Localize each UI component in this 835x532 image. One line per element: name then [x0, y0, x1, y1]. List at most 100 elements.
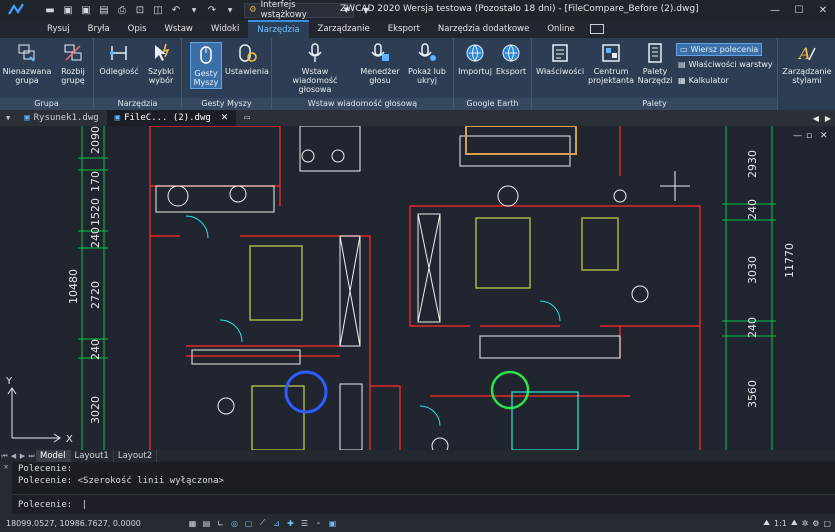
- first-layout-icon[interactable]: ⏮: [0, 452, 9, 461]
- undo-dropdown-icon[interactable]: ▼: [186, 2, 202, 18]
- save-as-icon[interactable]: ▣: [78, 2, 94, 18]
- close-icon[interactable]: ✕: [811, 0, 835, 20]
- command-close-icon[interactable]: ✕: [0, 462, 12, 471]
- scroll-left-icon[interactable]: ◀: [813, 114, 819, 123]
- mouse-settings-icon: [239, 44, 257, 62]
- doc-tab-filecompare[interactable]: ▣ FileC... (2).dwg ✕: [106, 110, 237, 126]
- snap-icon[interactable]: ▤: [201, 518, 212, 529]
- quick-properties-icon[interactable]: ▣: [327, 518, 338, 529]
- workspace-label: Interfejs wstążkowy: [260, 0, 307, 20]
- redo-dropdown-icon[interactable]: ▼: [222, 2, 238, 18]
- saveall-icon[interactable]: ▤: [96, 2, 112, 18]
- app-logo-icon[interactable]: [4, 0, 28, 20]
- insert-voice-label-1: Wstaw: [301, 67, 329, 76]
- selection-cycle-icon[interactable]: ⁃: [313, 518, 324, 529]
- status-bar: 18099.0527, 10986.7627, 0.0000 ▦ ▤ ∟ ◎ ▢…: [0, 514, 835, 532]
- properties-button[interactable]: Właściwości: [536, 42, 584, 76]
- document-tabs: ▼ ▣ Rysunek1.dwg ▣ FileC... (2).dwg ✕ ▭ …: [0, 110, 835, 126]
- annotation-scale-icon[interactable]: ⛰: [763, 518, 770, 528]
- save-icon[interactable]: ▣: [60, 2, 76, 18]
- ribbon-minimize-icon[interactable]: [589, 24, 604, 34]
- scroll-right-icon[interactable]: ▶: [825, 114, 831, 123]
- layout-tab-layout2[interactable]: Layout2: [114, 450, 158, 462]
- dim-2720: 2720: [89, 281, 102, 309]
- prev-layout-icon[interactable]: ◀: [9, 452, 18, 460]
- dim-3030: 3030: [746, 256, 759, 284]
- dyninput-icon[interactable]: ✚: [285, 518, 296, 529]
- explode-group-button[interactable]: Rozbij grupę: [56, 42, 90, 85]
- tab-zarzadzanie[interactable]: Zarządzanie: [309, 20, 379, 38]
- minimize-icon[interactable]: —: [763, 0, 787, 20]
- group-gesty-label: Gesty Myszy: [182, 98, 271, 110]
- tab-widoki[interactable]: Widoki: [202, 20, 248, 38]
- design-center-button[interactable]: Centrum projektanta: [586, 42, 636, 85]
- layer-properties-button[interactable]: ▤ Właściwości warstwy: [678, 60, 773, 69]
- calculator-button[interactable]: ▦ Kalkulator: [678, 76, 729, 85]
- viewport-minimize-icon[interactable]: —: [793, 131, 802, 141]
- polar-icon[interactable]: ◎: [229, 518, 240, 529]
- annotation-scale[interactable]: 1:1: [774, 519, 787, 528]
- last-layout-icon[interactable]: ⏭: [27, 452, 36, 461]
- otrack-icon[interactable]: ⟋: [257, 518, 268, 529]
- quick-select-icon: [155, 43, 170, 61]
- quick-select-button[interactable]: Szybki wybór: [142, 42, 180, 85]
- voice-manager-button[interactable]: Menedżer głosu: [358, 42, 402, 85]
- tab-rysuj[interactable]: Rysuj: [38, 20, 79, 38]
- insert-voice-button[interactable]: Wstaw wiadomość głosowa: [276, 42, 354, 94]
- tab-narzedzia-dodatkowe[interactable]: Narzędzia dodatkowe: [429, 20, 538, 38]
- layout-tab-model[interactable]: Model: [36, 450, 71, 462]
- close-tab-icon[interactable]: ✕: [221, 113, 229, 123]
- tab-narzedzia[interactable]: Narzędzia: [248, 20, 309, 38]
- dynucs-icon[interactable]: ⊿: [271, 518, 282, 529]
- annotation-visibility-icon[interactable]: ⛰: [791, 518, 798, 528]
- new-tab-icon[interactable]: ▭: [236, 110, 257, 126]
- tab-bryla[interactable]: Bryła: [79, 20, 119, 38]
- plot-icon[interactable]: ⊡: [132, 2, 148, 18]
- tab-eksport[interactable]: Eksport: [379, 20, 429, 38]
- show-hide-label-2: ukryj: [417, 76, 437, 85]
- tab-wstaw[interactable]: Wstaw: [156, 20, 202, 38]
- workspace-switch-icon[interactable]: ✲: [802, 519, 809, 528]
- command-input[interactable]: Polecenie: |: [12, 494, 835, 514]
- drawing-canvas[interactable]: 2090 170 1520 240 2720 240 3020 10480 29…: [0, 126, 835, 450]
- viewport-restore-icon[interactable]: ▫: [806, 131, 812, 141]
- tab-opis[interactable]: Opis: [119, 20, 156, 38]
- workspace-select[interactable]: ⚙ Interfejs wstążkowy ▼: [244, 0, 354, 20]
- text-cursor: |: [81, 500, 88, 510]
- gesture-settings-label: Ustawienia: [225, 67, 269, 76]
- unnamed-group-button[interactable]: Nienazwana grupa: [3, 42, 51, 85]
- settings-icon[interactable]: ⚙: [812, 519, 819, 528]
- calculator-icon: ▦: [678, 76, 686, 85]
- print-icon[interactable]: ⎙: [114, 2, 130, 18]
- style-manager-button[interactable]: A Zarządzanie stylami: [780, 42, 834, 85]
- command-line-toggle[interactable]: ▭ Wiersz polecenia: [676, 43, 763, 56]
- redo-icon[interactable]: ↷: [204, 2, 220, 18]
- gesture-settings-button[interactable]: Ustawienia: [224, 42, 270, 76]
- open-folder-icon[interactable]: ▬: [42, 2, 58, 18]
- mouse-icon: [200, 46, 212, 64]
- fullscreen-icon[interactable]: ▢: [823, 519, 831, 528]
- dim-10480: 10480: [67, 269, 80, 304]
- import-earth-button[interactable]: Importuj: [458, 42, 492, 76]
- viewport-close-icon[interactable]: ✕: [820, 131, 828, 141]
- export-earth-button[interactable]: Eksport: [494, 42, 528, 76]
- insert-voice-label-2: wiadomość głosowa: [292, 76, 338, 94]
- osnap-icon[interactable]: ▢: [243, 518, 254, 529]
- ortho-icon[interactable]: ∟: [215, 518, 226, 529]
- explode-group-label-1: Rozbij: [61, 67, 85, 76]
- command-panel-handle[interactable]: ✕: [0, 462, 12, 514]
- show-hide-voice-button[interactable]: Pokaż lub ukryj: [404, 42, 450, 85]
- maximize-icon[interactable]: ☐: [787, 0, 811, 20]
- doc-tab-rysunek1[interactable]: ▣ Rysunek1.dwg: [16, 110, 106, 126]
- doc-tabs-menu-icon[interactable]: ▼: [0, 110, 16, 126]
- publish-icon[interactable]: ◫: [150, 2, 166, 18]
- next-layout-icon[interactable]: ▶: [18, 452, 27, 460]
- distance-button[interactable]: Odległość: [98, 42, 140, 76]
- grid-icon[interactable]: ▦: [187, 518, 198, 529]
- layout-tab-layout1[interactable]: Layout1: [71, 450, 114, 462]
- lineweight-icon[interactable]: ☰: [299, 518, 310, 529]
- undo-icon[interactable]: ↶: [168, 2, 184, 18]
- tab-online[interactable]: Online: [538, 20, 583, 38]
- tool-palettes-button[interactable]: Palety Narzędzi: [636, 42, 674, 85]
- mouse-gestures-button[interactable]: Gesty Myszy: [190, 42, 222, 89]
